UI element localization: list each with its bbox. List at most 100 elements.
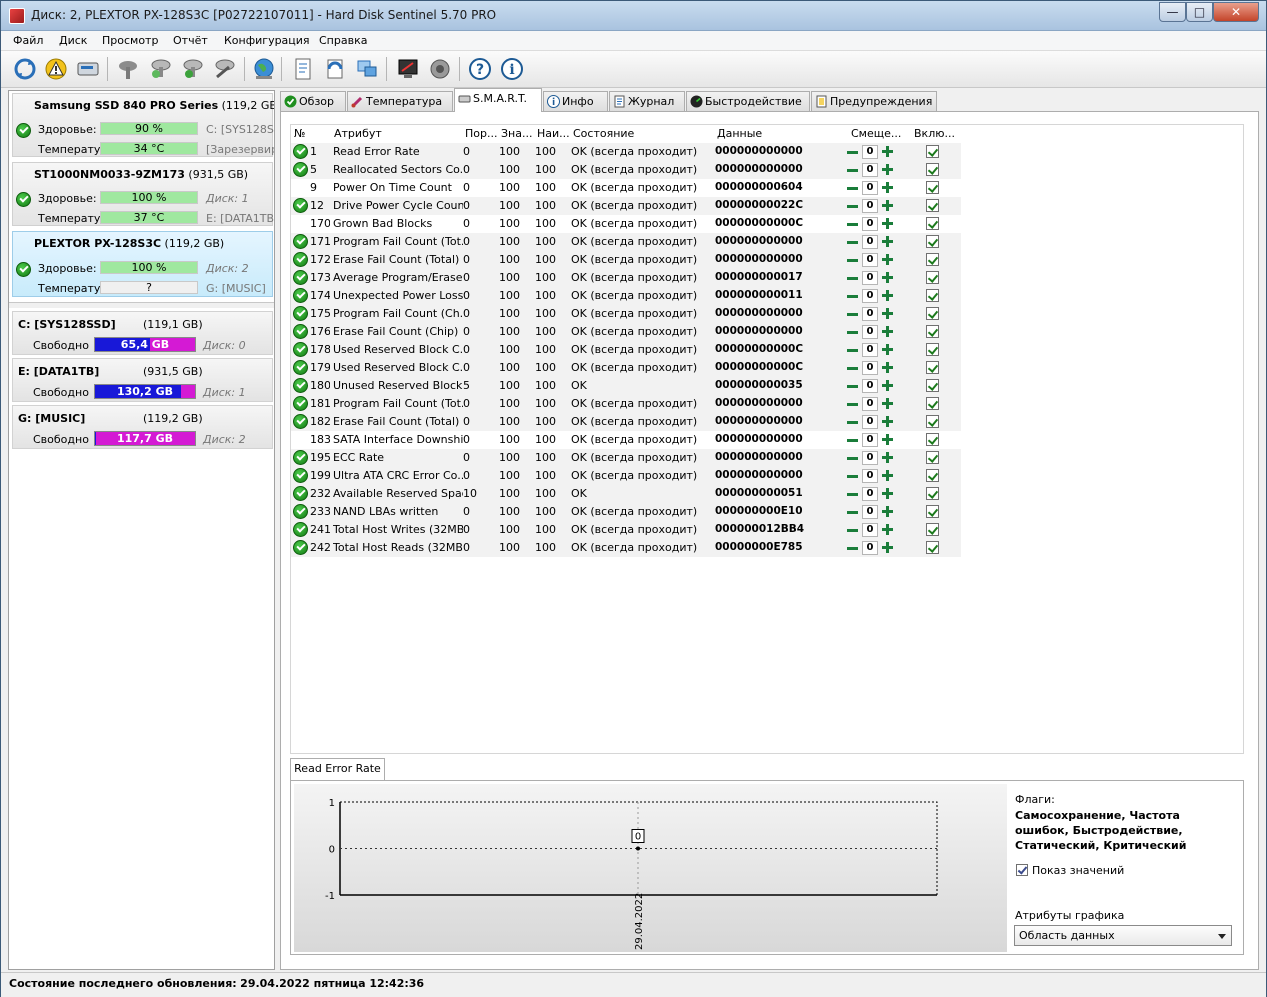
maximize-button[interactable]: □	[1186, 2, 1213, 22]
tab-warnings[interactable]: Предупреждения	[811, 91, 937, 112]
col-threshold[interactable]: Пор...	[465, 127, 499, 140]
menu-view[interactable]: Просмотр	[102, 34, 158, 47]
table-row[interactable]: 180 Unused Reserved Block... 5 100 100 OK 0000…	[291, 377, 961, 395]
minus-icon[interactable]	[844, 468, 860, 484]
enabled-checkbox[interactable]	[926, 235, 939, 248]
plus-icon[interactable]	[880, 270, 896, 286]
menu-file[interactable]: Файл	[13, 34, 43, 47]
sound-icon[interactable]	[426, 55, 454, 83]
disk-test-icon[interactable]	[147, 55, 175, 83]
minus-icon[interactable]	[844, 234, 860, 250]
close-button[interactable]: ✕	[1213, 2, 1259, 22]
plus-icon[interactable]	[880, 540, 896, 556]
offset-value[interactable]: 0	[862, 415, 878, 429]
minus-icon[interactable]	[844, 324, 860, 340]
col-value[interactable]: Зна...	[501, 127, 535, 140]
minus-icon[interactable]	[844, 360, 860, 376]
volume-card-c[interactable]: C: [SYS128SSD] (119,1 GB) Свободно 65,4 …	[12, 311, 273, 355]
plus-icon[interactable]	[880, 360, 896, 376]
plus-icon[interactable]	[880, 414, 896, 430]
wrench-icon[interactable]	[114, 55, 142, 83]
disk-card-samsung[interactable]: Samsung SSD 840 PRO Series (119,2 GB) Ди…	[12, 93, 274, 157]
table-row[interactable]: 178 Used Reserved Block C... 0 100 100 OK (вс…	[291, 341, 961, 359]
offset-value[interactable]: 0	[862, 343, 878, 357]
offset-value[interactable]: 0	[862, 181, 878, 195]
minus-icon[interactable]	[844, 342, 860, 358]
table-row[interactable]: 5 Reallocated Sectors Co... 0 100 100 OK (все…	[291, 161, 961, 179]
table-row[interactable]: 174 Unexpected Power Loss... 0 100 100 OK (вс…	[291, 287, 961, 305]
plus-icon[interactable]	[880, 432, 896, 448]
plus-icon[interactable]	[880, 144, 896, 160]
tab-read-error-rate[interactable]: Read Error Rate	[290, 758, 385, 782]
menu-report[interactable]: Отчёт	[173, 34, 208, 47]
minus-icon[interactable]	[844, 504, 860, 520]
col-enabled[interactable]: Вклю...	[914, 127, 958, 140]
enabled-checkbox[interactable]	[926, 181, 939, 194]
minus-icon[interactable]	[844, 216, 860, 232]
minus-icon[interactable]	[844, 396, 860, 412]
volume-card-e[interactable]: E: [DATA1TB] (931,5 GB) Свободно 130,2 G…	[12, 358, 273, 402]
offset-value[interactable]: 0	[862, 325, 878, 339]
table-row[interactable]: 176 Erase Fail Count (Chip) 0 100 100 OK (все…	[291, 323, 961, 341]
offset-value[interactable]: 0	[862, 505, 878, 519]
minus-icon[interactable]	[844, 306, 860, 322]
enabled-checkbox[interactable]	[926, 487, 939, 500]
enabled-checkbox[interactable]	[926, 397, 939, 410]
plus-icon[interactable]	[880, 468, 896, 484]
enabled-checkbox[interactable]	[926, 217, 939, 230]
minus-icon[interactable]	[844, 252, 860, 268]
minus-icon[interactable]	[844, 180, 860, 196]
plus-icon[interactable]	[880, 216, 896, 232]
menu-config[interactable]: Конфигурация	[224, 34, 310, 47]
offset-value[interactable]: 0	[862, 253, 878, 267]
plus-icon[interactable]	[880, 234, 896, 250]
offset-value[interactable]: 0	[862, 289, 878, 303]
enabled-checkbox[interactable]	[926, 253, 939, 266]
enabled-checkbox[interactable]	[926, 415, 939, 428]
send-report-icon[interactable]	[321, 55, 349, 83]
col-data[interactable]: Данные	[717, 127, 842, 140]
table-row[interactable]: 1 Read Error Rate 0 100 100 OK (всегда проход…	[291, 143, 961, 161]
plus-icon[interactable]	[880, 288, 896, 304]
col-attribute[interactable]: Атрибут	[334, 127, 459, 140]
col-offset[interactable]: Смеще...	[851, 127, 907, 140]
offset-value[interactable]: 0	[862, 163, 878, 177]
checkbox-checked-icon[interactable]	[1016, 864, 1028, 876]
minus-icon[interactable]	[844, 540, 860, 556]
monitor-icon[interactable]	[394, 55, 422, 83]
enabled-checkbox[interactable]	[926, 433, 939, 446]
plus-icon[interactable]	[880, 396, 896, 412]
minus-icon[interactable]	[844, 144, 860, 160]
minus-icon[interactable]	[844, 486, 860, 502]
enabled-checkbox[interactable]	[926, 307, 939, 320]
table-row[interactable]: 182 Erase Fail Count (Total) 0 100 100 OK (вс…	[291, 413, 961, 431]
warning-icon[interactable]	[42, 55, 70, 83]
col-worst[interactable]: Наи...	[537, 127, 571, 140]
table-row[interactable]: 173 Average Program/Erase ... 0 100 100 OK (в…	[291, 269, 961, 287]
offset-value[interactable]: 0	[862, 361, 878, 375]
offset-value[interactable]: 0	[862, 235, 878, 249]
menu-help[interactable]: Справка	[319, 34, 367, 47]
plus-icon[interactable]	[880, 324, 896, 340]
plus-icon[interactable]	[880, 378, 896, 394]
table-row[interactable]: 241 Total Host Writes (32MB) 0 100 100 OK (вс…	[291, 521, 961, 539]
enabled-checkbox[interactable]	[926, 145, 939, 158]
table-row[interactable]: 12 Drive Power Cycle Count 0 100 100 OK (всег…	[291, 197, 961, 215]
offset-value[interactable]: 0	[862, 541, 878, 555]
plus-icon[interactable]	[880, 450, 896, 466]
table-row[interactable]: 195 ECC Rate 0 100 100 OK (всегда проходит) 00…	[291, 449, 961, 467]
plus-icon[interactable]	[880, 486, 896, 502]
enabled-checkbox[interactable]	[926, 325, 939, 338]
offset-value[interactable]: 0	[862, 307, 878, 321]
disk-card-plextor[interactable]: PLEXTOR PX-128S3C (119,2 GB) Здоровье: 1…	[12, 231, 273, 297]
offset-value[interactable]: 0	[862, 487, 878, 501]
network-icon[interactable]	[353, 55, 381, 83]
enabled-checkbox[interactable]	[926, 541, 939, 554]
disk-check-icon[interactable]	[179, 55, 207, 83]
info-icon[interactable]: i	[498, 55, 526, 83]
plus-icon[interactable]	[880, 522, 896, 538]
plus-icon[interactable]	[880, 342, 896, 358]
minus-icon[interactable]	[844, 270, 860, 286]
table-row[interactable]: 179 Used Reserved Block C... 0 100 100 OK (вс…	[291, 359, 961, 377]
tab-journal[interactable]: Журнал	[609, 91, 685, 112]
